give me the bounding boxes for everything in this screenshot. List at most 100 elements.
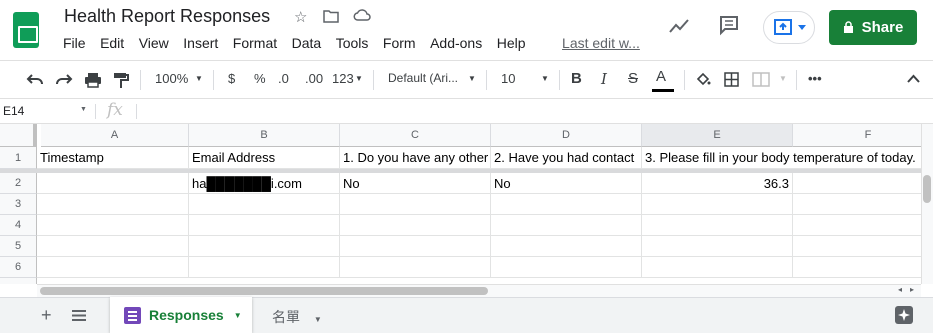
chevron-down-icon[interactable]: ▼ (314, 315, 322, 324)
chevron-down-icon[interactable]: ▼ (541, 74, 549, 83)
all-sheets-list-icon[interactable] (72, 310, 86, 321)
font-select[interactable]: Default (Ari... (388, 71, 458, 85)
empty-cell[interactable] (642, 236, 793, 257)
chevron-down-icon[interactable]: ▼ (234, 311, 242, 320)
row-header-2[interactable]: 2 (0, 173, 37, 194)
fill-color-icon[interactable] (695, 71, 711, 87)
borders-icon[interactable] (724, 72, 739, 87)
menu-data[interactable]: Data (292, 35, 322, 51)
explore-icon[interactable] (895, 306, 913, 324)
menu-addons[interactable]: Add-ons (430, 35, 482, 51)
zoom-select[interactable]: 100% (155, 71, 188, 86)
menu-insert[interactable]: Insert (183, 35, 218, 51)
undo-icon[interactable] (26, 73, 44, 87)
italic-button[interactable]: I (601, 70, 607, 88)
vertical-scroll-thumb[interactable] (923, 175, 931, 203)
scroll-right-icon[interactable]: ▸ (910, 285, 914, 294)
empty-cell[interactable] (340, 257, 491, 278)
row-header-1[interactable]: 1 (0, 147, 37, 169)
empty-cell[interactable] (340, 194, 491, 215)
empty-cell[interactable] (491, 236, 642, 257)
chevron-down-icon[interactable]: ▼ (468, 74, 476, 83)
chevron-down-icon[interactable]: ▼ (195, 74, 203, 83)
cell-b1[interactable]: Email Address (189, 147, 340, 169)
cell-c2[interactable]: No (340, 173, 491, 194)
column-header-a[interactable]: A (41, 124, 189, 147)
name-box[interactable]: E14 ▼ (0, 99, 95, 124)
empty-cell[interactable] (642, 194, 793, 215)
empty-cell[interactable] (189, 236, 340, 257)
star-icon[interactable]: ☆ (294, 8, 307, 26)
cell-c1[interactable]: 1. Do you have any other (340, 147, 491, 169)
row-header-7[interactable] (0, 278, 37, 284)
cell-e1[interactable]: 3. Please fill in your body temperature … (642, 147, 921, 169)
select-all-corner[interactable] (0, 124, 37, 147)
column-header-b[interactable]: B (189, 124, 340, 147)
empty-cell[interactable] (37, 215, 189, 236)
empty-cell[interactable] (340, 236, 491, 257)
add-sheet-icon[interactable]: + (41, 305, 52, 326)
decrease-decimal-button[interactable]: .0 (278, 71, 289, 86)
menu-format[interactable]: Format (233, 35, 277, 51)
menu-file[interactable]: File (63, 35, 86, 51)
cell-d2[interactable]: No (491, 173, 642, 194)
column-header-c[interactable]: C (340, 124, 491, 147)
chevron-down-icon[interactable]: ▼ (355, 74, 363, 83)
empty-cell[interactable] (37, 236, 189, 257)
paint-format-icon[interactable] (113, 72, 129, 89)
empty-cell[interactable] (189, 194, 340, 215)
sheets-logo-icon[interactable] (13, 12, 39, 48)
more-options-button[interactable]: ••• (808, 71, 822, 86)
horizontal-scroll-thumb[interactable] (40, 287, 488, 295)
print-icon[interactable] (84, 72, 102, 88)
document-title[interactable]: Health Report Responses (64, 6, 270, 27)
row-header-5[interactable]: 5 (0, 236, 37, 257)
empty-cell[interactable] (491, 257, 642, 278)
empty-cell[interactable] (340, 215, 491, 236)
percent-format-button[interactable]: % (254, 71, 266, 86)
menu-help[interactable]: Help (497, 35, 526, 51)
menu-view[interactable]: View (139, 35, 169, 51)
redo-icon[interactable] (55, 73, 73, 87)
empty-cell[interactable] (793, 236, 921, 257)
collapse-chevron-icon[interactable] (907, 74, 920, 83)
column-header-d[interactable]: D (491, 124, 642, 147)
cell-a1[interactable]: Timestamp (37, 147, 189, 169)
row-header-3[interactable]: 3 (0, 194, 37, 215)
increase-decimal-button[interactable]: .00 (305, 71, 323, 86)
empty-cell[interactable] (793, 257, 921, 278)
sheet-tab-namelist[interactable]: 名單 ▼ (272, 307, 322, 327)
comment-icon[interactable] (718, 14, 740, 36)
formula-input[interactable] (140, 99, 920, 124)
empty-cell[interactable] (37, 257, 189, 278)
share-button[interactable]: Share (829, 10, 917, 45)
empty-cell[interactable] (189, 257, 340, 278)
empty-cell[interactable] (491, 194, 642, 215)
empty-cell[interactable] (793, 194, 921, 215)
cell-f2[interactable] (793, 173, 921, 194)
row-header-4[interactable]: 4 (0, 215, 37, 236)
column-header-f[interactable]: F (793, 124, 921, 147)
menu-form[interactable]: Form (383, 35, 416, 51)
currency-format-button[interactable]: $ (228, 71, 235, 86)
menu-tools[interactable]: Tools (336, 35, 369, 51)
cell-d1[interactable]: 2. Have you had contact (491, 147, 642, 169)
present-button[interactable] (763, 11, 815, 44)
text-color-button[interactable]: A (656, 68, 666, 85)
font-size-select[interactable]: 10 (501, 71, 515, 86)
chevron-down-icon[interactable]: ▼ (80, 106, 87, 113)
move-folder-icon[interactable] (323, 9, 339, 27)
bold-button[interactable]: B (571, 70, 582, 87)
empty-cell[interactable] (793, 215, 921, 236)
sheet-tab-responses[interactable]: Responses ▼ (110, 297, 252, 333)
scroll-left-icon[interactable]: ◂ (898, 285, 902, 294)
vertical-scrollbar[interactable] (921, 124, 933, 284)
column-header-e[interactable]: E (642, 124, 793, 147)
empty-cell[interactable] (642, 257, 793, 278)
last-edit-link[interactable]: Last edit w... (562, 35, 640, 51)
row-header-6[interactable]: 6 (0, 257, 37, 278)
empty-cell[interactable] (491, 215, 642, 236)
cell-e2[interactable]: 36.3 (642, 173, 793, 194)
empty-cell[interactable] (189, 215, 340, 236)
activity-trend-icon[interactable] (668, 16, 690, 36)
